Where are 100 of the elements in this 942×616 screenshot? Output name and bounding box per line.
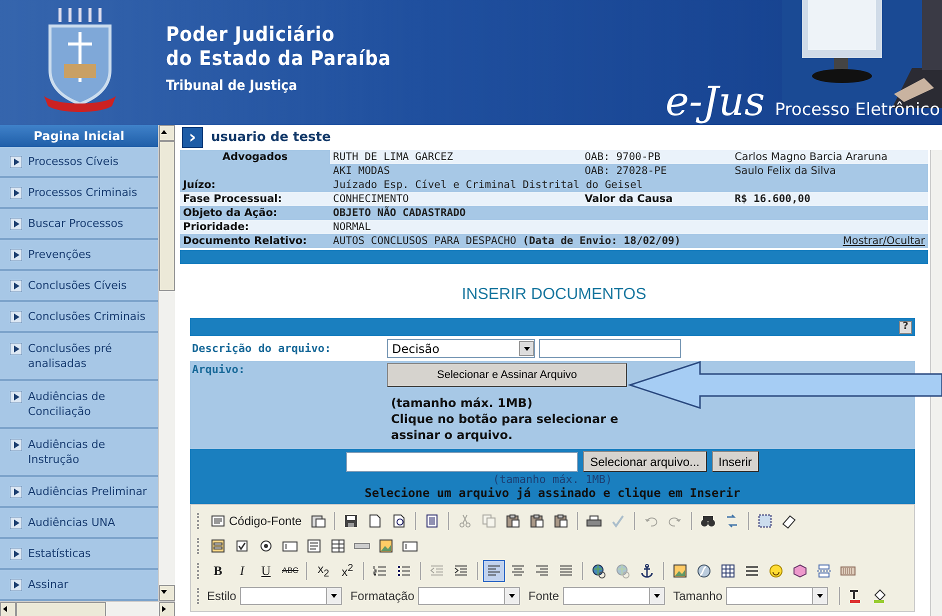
dropdown-field[interactable] (240, 586, 342, 604)
document-icon (424, 512, 440, 528)
outdent-icon (429, 562, 446, 578)
picture-icon (672, 562, 688, 578)
field-label: Prioridade: (180, 220, 330, 234)
table-cell: Saulo Felix da Silva (732, 164, 928, 178)
file-path-field[interactable] (346, 452, 578, 472)
caret-icon (160, 588, 168, 596)
field-value: AUTOS CONCLUSOS PARA DESPACHO (Data de Envio: 18/02/09) (330, 234, 732, 248)
field-label: Descrição do arquivo: (191, 342, 332, 355)
form-icon (210, 538, 226, 554)
strikethrough-button[interactable]: ABC (279, 560, 302, 582)
play-icon (10, 548, 22, 560)
play-icon (10, 218, 22, 230)
check-mark-icon (610, 512, 626, 528)
play-icon (10, 439, 22, 451)
dropdown-label: Tamanho (673, 588, 722, 602)
scrollbar[interactable] (0, 601, 175, 616)
field-value: Juízado Esp. Cível e Criminal Distrital do Geisel (330, 178, 928, 192)
dropdown-label: Estilo (207, 588, 236, 602)
arrow-icon (1, 605, 9, 613)
field-label: Arquivo: (191, 362, 246, 376)
caret-icon (522, 344, 530, 352)
scissors-icon (456, 512, 473, 528)
play-icon (10, 486, 22, 498)
picture-icon (378, 538, 394, 554)
play-icon (10, 517, 22, 529)
court-subtitle: Tribunal de Justiça (166, 78, 298, 94)
play-icon (10, 280, 22, 292)
text-area-icon (306, 538, 322, 554)
field-label: Documento Relativo: (180, 234, 330, 248)
align-right-icon (534, 562, 550, 578)
dropdown-field[interactable] (726, 586, 828, 604)
dropdown-field[interactable] (418, 586, 520, 604)
field-label: Objeto da Ação: (180, 206, 330, 220)
bold-button[interactable]: B (207, 560, 229, 582)
underline-button[interactable]: U (255, 560, 277, 582)
arrow-icon (160, 128, 168, 136)
sidebar-header[interactable]: Pagina Inicial (0, 125, 158, 147)
cube-icon (792, 562, 808, 578)
checkbox-icon (234, 538, 250, 554)
field-value: OBJETO NÃO CADASTRADO (330, 206, 928, 220)
table-cell: RUTH DE LIMA GARCEZ (330, 150, 582, 164)
size-note: (tamanho máx. 1MB) (492, 473, 612, 486)
arrow-icon (160, 605, 168, 613)
scrollbar[interactable] (158, 125, 175, 601)
clipboard-icon (528, 512, 545, 528)
printer-icon (586, 512, 602, 528)
justify-icon (558, 562, 574, 578)
upload-hint: Selecione um arquivo já assinado e clique em Inserir (364, 486, 740, 500)
align-left-button[interactable] (483, 560, 506, 582)
play-icon (10, 343, 22, 355)
scrollbar[interactable] (930, 150, 942, 616)
clipboard-icon (310, 512, 326, 528)
table-cell: Carlos Magno Barcia Araruna (732, 150, 928, 164)
paint-bucket-icon (872, 588, 888, 604)
sign-hint: Clique no botão para selecionar e assinar o arquivo. (390, 411, 620, 443)
play-icon (10, 311, 22, 323)
anchor-icon (639, 562, 656, 578)
play-icon (10, 391, 22, 403)
play-icon (10, 187, 22, 199)
align-left-icon (486, 562, 502, 578)
sign-file-button[interactable]: Selecionar e Assinar Arquivo (387, 363, 627, 387)
field-value: NORMAL (330, 220, 928, 234)
table-cell: OAB: 9700-PB (582, 150, 732, 164)
field-value: R$ 16.600,00 (732, 192, 928, 206)
court-title: do Estado da Paraíba (166, 46, 392, 70)
caret-icon (816, 592, 824, 600)
field-label: Juízo: (180, 178, 330, 192)
dropdown-label: Fonte (528, 588, 560, 602)
table-icon (720, 562, 736, 578)
expand-icon[interactable]: › (182, 127, 203, 148)
clipboard-icon (552, 512, 569, 528)
description-field[interactable] (539, 339, 681, 358)
source-button[interactable]: Código-Fonte (207, 510, 305, 532)
field-label: Advogados (180, 150, 330, 178)
eraser-icon (780, 512, 797, 528)
caret-icon (330, 592, 338, 600)
browse-button[interactable]: Selecionar arquivo... (583, 451, 707, 472)
help-icon[interactable]: ? (899, 320, 912, 334)
play-icon (10, 249, 22, 261)
field-value: CONHECIMENTO (330, 192, 582, 206)
toggle-link[interactable]: Mostrar/Ocultar (732, 234, 928, 248)
dropdown-label: Formatação (350, 588, 414, 602)
indent-icon (453, 562, 470, 578)
radio-icon (258, 538, 274, 554)
subscript-button[interactable]: x$_{2}$ (312, 560, 334, 582)
brand-tagline: Processo Eletrônico (774, 100, 940, 120)
dropdown-field[interactable] (563, 586, 666, 604)
smiley-icon (768, 562, 784, 578)
size-note: (tamanho máx. 1MB) (390, 395, 534, 411)
align-center-icon (510, 562, 526, 578)
insert-button[interactable]: Inserir (712, 451, 759, 472)
document-icon (210, 512, 226, 528)
superscript-button[interactable]: x$^{2}$ (336, 560, 358, 582)
italic-button[interactable]: I (231, 560, 253, 582)
play-icon (10, 579, 22, 591)
type-dropdown[interactable]: Decisão (387, 339, 535, 358)
field-label: Valor da Causa (582, 192, 732, 206)
flash-icon (696, 562, 712, 578)
